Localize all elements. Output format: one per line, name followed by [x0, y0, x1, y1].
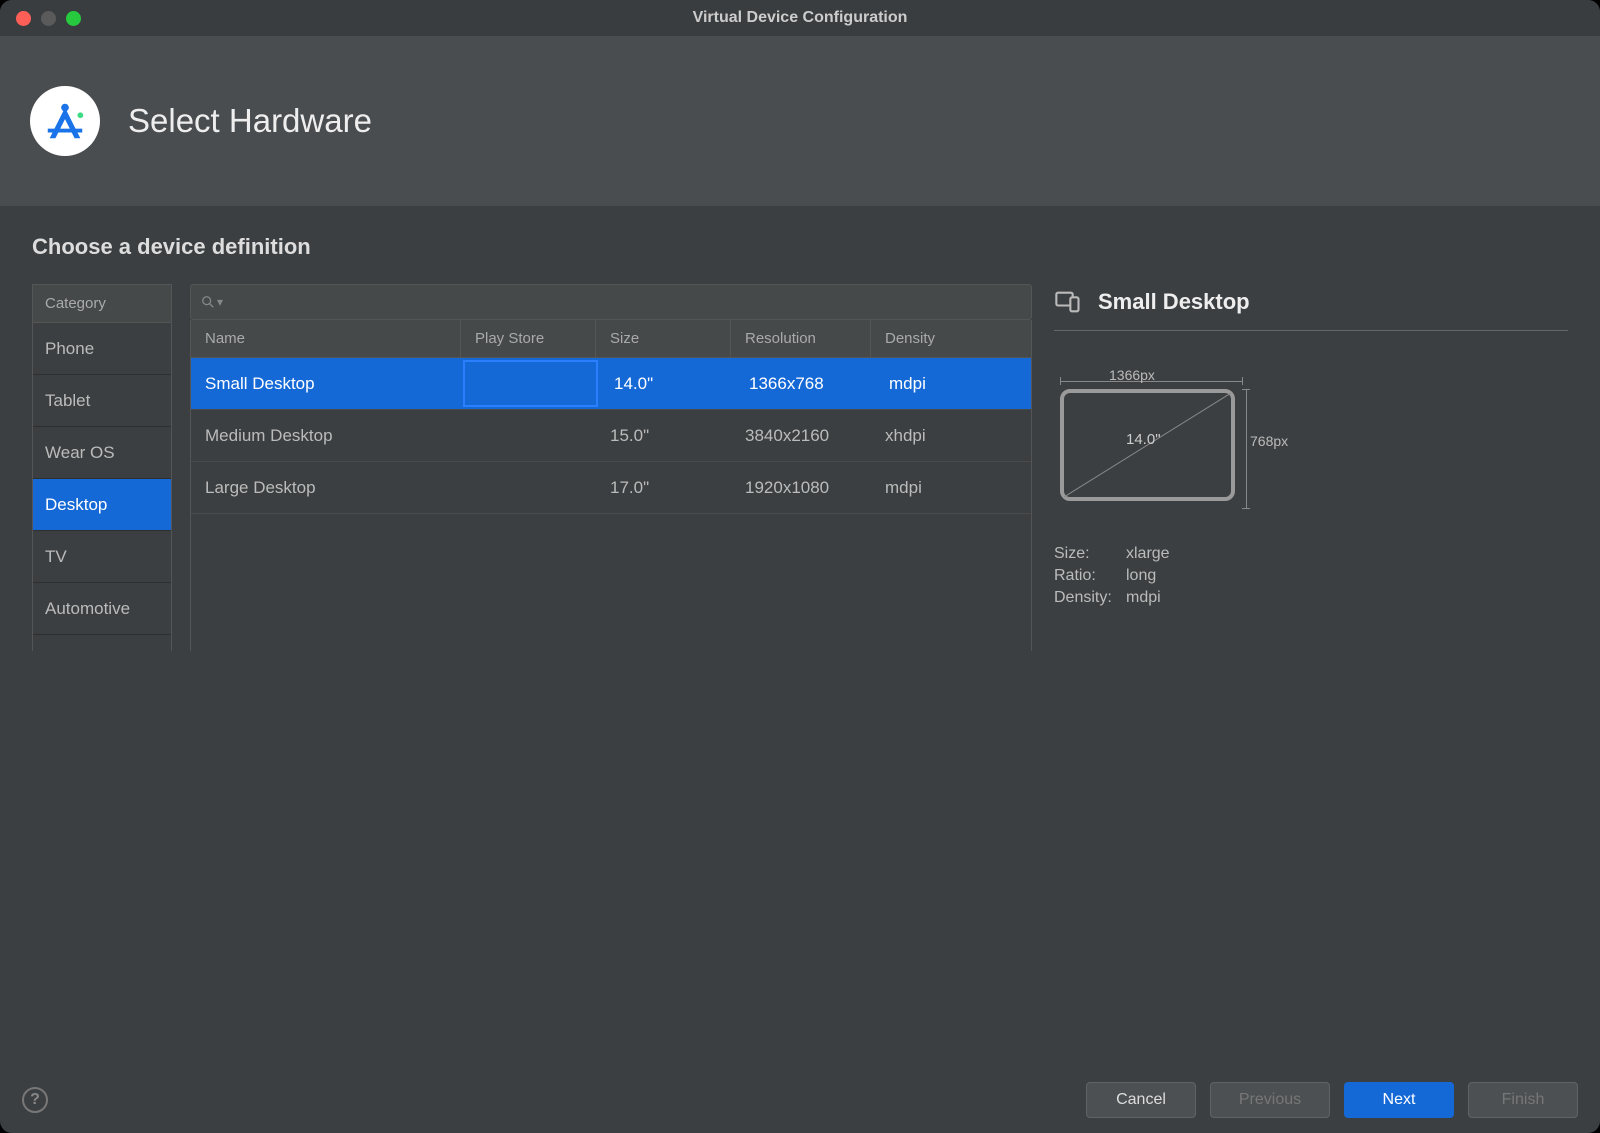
spec-density-label: Density:: [1054, 589, 1126, 607]
preview-width-label: 1366px: [1109, 367, 1155, 383]
device-cell-res: 3840x2160: [731, 410, 871, 461]
device-cell-name: Large Desktop: [191, 462, 461, 513]
devices-icon: [1054, 288, 1082, 316]
preview-specs: Size: xlarge Ratio: long Density: mdpi: [1054, 545, 1568, 607]
footer: ? Cancel Previous Next Finish: [0, 1067, 1600, 1133]
spec-density-value: mdpi: [1126, 589, 1568, 607]
category-item-automotive[interactable]: Automotive: [33, 583, 171, 635]
window: Virtual Device Configuration Select Hard…: [0, 0, 1600, 1133]
device-row[interactable]: Large Desktop 17.0"1920x1080mdpi: [191, 462, 1031, 514]
maximize-window-button[interactable]: [66, 11, 81, 26]
category-item-legacy[interactable]: Legacy: [33, 635, 171, 651]
preview-height-label: 768px: [1250, 433, 1288, 449]
spec-size-value: xlarge: [1126, 545, 1568, 563]
page-title: Select Hardware: [128, 102, 372, 140]
android-studio-icon: [30, 86, 100, 156]
cancel-button[interactable]: Cancel: [1086, 1082, 1196, 1118]
category-item-tv[interactable]: TV: [33, 531, 171, 583]
window-controls: [16, 11, 81, 26]
device-cell-name: Medium Desktop: [191, 410, 461, 461]
spec-size-label: Size:: [1054, 545, 1126, 563]
close-window-button[interactable]: [16, 11, 31, 26]
search-icon: [201, 295, 215, 309]
device-cell-name: Small Desktop: [191, 358, 461, 409]
col-name[interactable]: Name: [191, 320, 461, 357]
finish-button[interactable]: Finish: [1468, 1082, 1578, 1118]
preview-title: Small Desktop: [1098, 289, 1250, 315]
section-title: Choose a device definition: [32, 234, 1568, 260]
device-cell-size: 17.0": [596, 462, 731, 513]
device-cell-play: [461, 462, 596, 513]
col-play-store[interactable]: Play Store: [461, 320, 596, 357]
category-header: Category: [33, 285, 171, 323]
device-cell-den: mdpi: [871, 462, 1031, 513]
minimize-window-button[interactable]: [41, 11, 56, 26]
device-cell-size: 15.0": [596, 410, 731, 461]
titlebar: Virtual Device Configuration: [0, 0, 1600, 36]
preview-diagonal-label: 14.0": [1126, 431, 1161, 448]
category-list: Category PhoneTabletWear OSDesktopTVAuto…: [32, 284, 172, 651]
previous-button[interactable]: Previous: [1210, 1082, 1330, 1118]
header: Select Hardware: [0, 36, 1600, 206]
device-cell-res: 1366x768: [735, 358, 875, 409]
search-field[interactable]: ▾: [190, 284, 1032, 320]
help-button[interactable]: ?: [22, 1087, 48, 1113]
search-input[interactable]: [223, 293, 1021, 311]
category-item-wear-os[interactable]: Wear OS: [33, 427, 171, 479]
device-row[interactable]: Medium Desktop 15.0"3840x2160xhdpi: [191, 410, 1031, 462]
device-cell-res: 1920x1080: [731, 462, 871, 513]
device-cell-size: 14.0": [600, 358, 735, 409]
device-preview-diagram: 1366px 768px 14.0": [1054, 371, 1294, 521]
device-row[interactable]: Small Desktop 14.0"1366x768mdpi: [191, 358, 1031, 410]
col-size[interactable]: Size: [596, 320, 731, 357]
device-cell-play: [463, 360, 598, 407]
spec-ratio-label: Ratio:: [1054, 567, 1126, 585]
category-item-phone[interactable]: Phone: [33, 323, 171, 375]
window-title: Virtual Device Configuration: [0, 9, 1600, 27]
device-table-header: Name Play Store Size Resolution Density: [191, 320, 1031, 358]
device-cell-den: xhdpi: [871, 410, 1031, 461]
device-cell-den: mdpi: [875, 358, 1031, 409]
category-item-tablet[interactable]: Tablet: [33, 375, 171, 427]
preview-panel: Small Desktop 1366px 768px 14.0" Size: x…: [1054, 284, 1568, 651]
col-density[interactable]: Density: [871, 320, 1031, 357]
spec-ratio-value: long: [1126, 567, 1568, 585]
next-button[interactable]: Next: [1344, 1082, 1454, 1118]
col-resolution[interactable]: Resolution: [731, 320, 871, 357]
device-cell-play: [461, 410, 596, 461]
category-item-desktop[interactable]: Desktop: [33, 479, 171, 531]
device-table: Name Play Store Size Resolution Density …: [190, 320, 1032, 651]
